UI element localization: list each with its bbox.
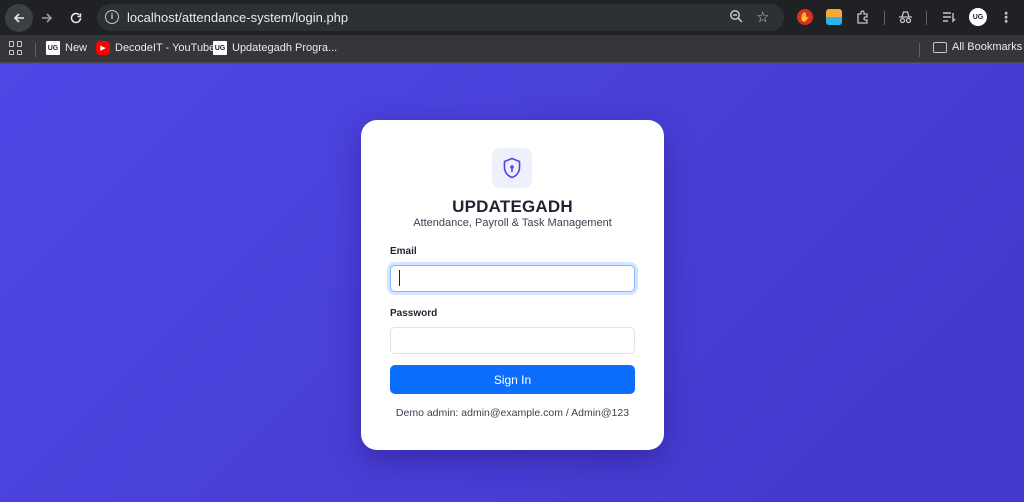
forward-button[interactable] (33, 4, 61, 32)
all-bookmarks-button[interactable]: All Bookmarks (933, 41, 1022, 53)
menu-dots-icon[interactable]: ⋮ (998, 9, 1014, 25)
toolbar-divider (884, 11, 885, 25)
reload-button[interactable] (62, 4, 90, 32)
bookmarks-divider (919, 43, 920, 57)
sign-in-button[interactable]: Sign In (390, 365, 635, 394)
login-card: UPDATEGADH Attendance, Payroll & Task Ma… (361, 120, 664, 450)
youtube-favicon-icon: ▶ (96, 41, 110, 55)
brand-tagline: Attendance, Payroll & Task Management (413, 217, 612, 229)
bookmark-label: New (65, 42, 88, 54)
profile-avatar[interactable]: UG (969, 8, 987, 26)
brand-title: UPDATEGADH (452, 197, 573, 216)
arrow-left-icon (13, 13, 24, 23)
address-bar[interactable]: i localhost/attendance-system/login.php … (97, 4, 784, 31)
updategadh-favicon-icon: UG (46, 41, 60, 55)
bookmark-new[interactable]: UG New (46, 41, 87, 55)
logo-badge (492, 148, 532, 188)
password-field[interactable] (390, 327, 635, 354)
password-label: Password (390, 308, 438, 319)
zoom-icon[interactable] (729, 9, 744, 29)
bookmark-decodeit-youtube[interactable]: ▶ DecodeIT - YouTube (96, 41, 215, 55)
bookmarks-bar: UG New ▶ DecodeIT - YouTube UG Updategad… (0, 35, 1024, 63)
folder-icon (933, 41, 947, 53)
all-bookmarks-label: All Bookmarks (952, 41, 1023, 53)
bookmark-label: Updategadh Progra... (232, 42, 338, 54)
demo-credentials-text: Demo admin: admin@example.com / Admin@12… (395, 407, 630, 419)
arrow-right-icon (42, 13, 53, 23)
bookmarks-divider (35, 43, 36, 57)
updategadh-favicon-icon: UG (213, 41, 227, 55)
login-page: UPDATEGADH Attendance, Payroll & Task Ma… (0, 64, 1024, 502)
bookmark-label: DecodeIT - YouTube (115, 42, 216, 54)
incognito-icon[interactable] (897, 9, 913, 25)
text-caret (399, 270, 400, 286)
bookmark-star-icon[interactable]: ☆ (756, 8, 769, 26)
site-info-icon[interactable]: i (105, 10, 119, 24)
url-text[interactable]: localhost/attendance-system/login.php (127, 10, 348, 25)
reading-list-icon[interactable] (941, 9, 957, 25)
reload-icon (70, 12, 82, 24)
extensions-puzzle-icon[interactable] (855, 9, 871, 25)
shield-lock-icon (503, 157, 521, 179)
color-picker-extension-icon[interactable] (826, 9, 842, 25)
bookmark-updategadh[interactable]: UG Updategadh Progra... (213, 41, 337, 55)
email-field[interactable] (390, 265, 635, 292)
adblock-extension-icon[interactable]: ✋ (797, 9, 813, 25)
apps-grid-icon[interactable] (9, 41, 23, 55)
browser-toolbar: i localhost/attendance-system/login.php … (0, 0, 1024, 35)
back-button[interactable] (5, 4, 33, 32)
toolbar-divider (926, 11, 927, 25)
email-label: Email (390, 246, 417, 257)
